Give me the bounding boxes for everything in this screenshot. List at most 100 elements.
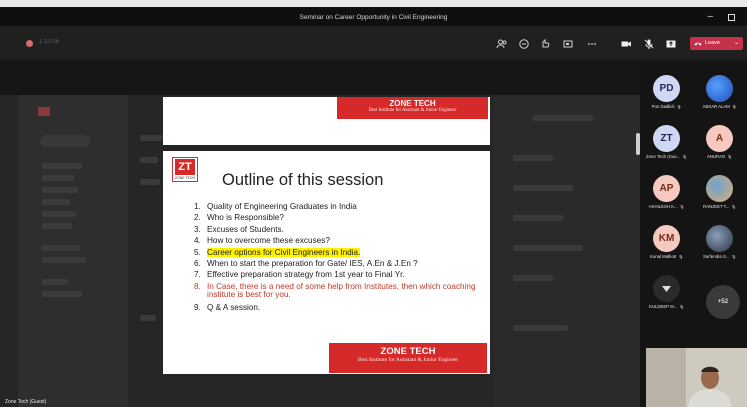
minimize-icon[interactable]: –: [707, 11, 713, 22]
logo-name: ZONE TECH: [174, 176, 196, 180]
more-icon[interactable]: [586, 37, 598, 49]
presentation-slide: ZONE TECH Best Institute for Assistant &…: [163, 97, 490, 374]
participant-tile[interactable]: KULDEEP M... 🎙: [640, 271, 693, 318]
footer-brand-tagline: Best Institute for Assistant & Junior En…: [357, 357, 459, 363]
logo-mark: ZT: [175, 159, 195, 175]
outline-slide: ZT ZONE TECH Outline of this session 1. Q…: [163, 151, 490, 374]
people-icon[interactable]: [496, 37, 508, 49]
video-off-icon: [662, 286, 671, 292]
zone-tech-logo: ZT ZONE TECH: [172, 157, 198, 182]
participant-name-row: ANURAG 🎙: [693, 154, 746, 159]
self-video-preview: [646, 348, 747, 407]
participant-name: RANJEET T...: [703, 204, 730, 209]
participant-name-row: KULDEEP M... 🎙: [640, 304, 693, 309]
outline-item-text: Career options for Civil Engineers in In…: [207, 247, 361, 257]
background-sidebar: [18, 95, 128, 407]
meeting-toolbar: 1:10:06 Leave ⌄: [0, 26, 747, 60]
mic-icon[interactable]: [643, 37, 655, 49]
participant-name: KULDEEP M...: [649, 304, 678, 309]
outline-item-number: 9.: [194, 303, 201, 313]
participant-tile[interactable]: ZT Zone Tech (Gue... 🎙: [640, 121, 693, 168]
title-bar: Seminar on Career Opportunity in Civil E…: [0, 0, 747, 26]
mail-icon: [38, 107, 50, 116]
footer-brand-name: ZONE TECH: [380, 346, 436, 357]
participant-name: Sarfendra S...: [702, 254, 730, 259]
participant-name: AKHILESH K...: [648, 204, 678, 209]
participant-name-row: AKHILESH K... 🎙: [640, 204, 693, 209]
participant-avatar: KM: [653, 225, 680, 252]
reactions-icon[interactable]: [540, 37, 552, 49]
mic-muted-icon: 🎙: [731, 205, 736, 209]
outline-item-text: Q & A session.: [207, 303, 261, 313]
participant-name: Pon Dadlich: [651, 104, 675, 109]
mic-muted-icon: 🎙: [676, 105, 682, 109]
share-screen-icon[interactable]: [665, 37, 677, 49]
participant-tile[interactable]: Sarfendra S... 🎙: [693, 221, 746, 268]
participant-avatar: A: [706, 125, 733, 152]
participant-tile[interactable]: A ANURAG 🎙: [693, 121, 746, 168]
participant-tile[interactable]: KM Kunal Malhotr 🎙: [640, 221, 693, 268]
outline-item-number: 5.: [194, 247, 201, 257]
presenter-label: Zone Tech (Guest): [5, 399, 47, 405]
outline-item: 4. How to overcome these excuses?: [194, 235, 484, 246]
rooms-icon[interactable]: [562, 37, 574, 49]
outline-item: 5. Career options for Civil Engineers in …: [194, 247, 484, 258]
participant-photo: [706, 175, 733, 202]
chevron-down-icon[interactable]: ⌄: [734, 37, 739, 50]
outline-item-text: When to start the preparation for Gate/ …: [207, 259, 418, 269]
outline-item-number: 1.: [194, 202, 201, 211]
outline-item-text: Effective preparation strategy from 1st …: [207, 270, 405, 280]
more-participants-button[interactable]: +52: [706, 285, 740, 319]
shared-screen-stage: ZONE TECH Best Institute for Assistant &…: [0, 61, 640, 407]
leave-button[interactable]: Leave ⌄: [690, 37, 743, 50]
participant-name-row: RANJEET T... 🎙: [693, 204, 746, 209]
participant-name-row: Sarfendra S... 🎙: [693, 254, 746, 259]
outline-item-number: 3.: [194, 224, 201, 234]
participant-avatar: AP: [653, 175, 680, 202]
outline-item-text: In Case, there is a need of some help fr…: [207, 281, 476, 300]
outline-item: 9. Q & A session.: [194, 302, 484, 313]
outline-item-number: 8.: [194, 281, 201, 291]
outline-item-text: Who is Responsible?: [207, 213, 284, 223]
person-video-icon: [646, 348, 747, 407]
outline-item-number: 7.: [194, 270, 201, 280]
hang-up-icon: [694, 42, 702, 46]
maximize-icon[interactable]: [728, 14, 735, 21]
participant-tile[interactable]: ABSAR ALAM 🎙: [693, 71, 746, 118]
slide-title: Outline of this session: [222, 171, 384, 189]
participant-avatar: [653, 275, 680, 302]
brand-name: ZONE TECH: [389, 99, 436, 108]
chat-icon[interactable]: [518, 37, 530, 49]
outline-item: 8. In Case, there is a need of some help …: [194, 281, 484, 300]
participant-avatar: PD: [653, 75, 680, 102]
background-compose: [40, 135, 90, 147]
participant-tile[interactable]: AP AKHILESH K... 🎙: [640, 171, 693, 218]
desktop-strip: [0, 0, 747, 7]
participant-name-row: Kunal Malhotr 🎙: [640, 254, 693, 259]
background-mail-pane: [493, 95, 640, 407]
mic-muted-icon: 🎙: [727, 155, 732, 159]
recording-indicator-icon: [26, 40, 33, 47]
participant-name: Kunal Malhotr: [649, 254, 677, 259]
zone-tech-banner: ZONE TECH Best Institute for Assistant &…: [337, 97, 488, 119]
outline-item: 7. Effective preparation strategy from 1s…: [194, 269, 484, 280]
mic-muted-icon: 🎙: [679, 305, 684, 309]
participant-avatar: ZT: [653, 125, 680, 152]
camera-icon[interactable]: [620, 37, 632, 49]
participant-photo: [706, 225, 733, 252]
participant-name-row: Zone Tech (Gue... 🎙: [640, 154, 693, 159]
participant-tile[interactable]: RANJEET T... 🎙: [693, 171, 746, 218]
participant-name: ABSAR ALAM: [702, 104, 730, 109]
outline-item: 6. When to start the preparation for Gate…: [194, 258, 484, 269]
mic-muted-icon: 🎙: [731, 105, 737, 109]
leave-label: Leave: [705, 40, 720, 46]
teams-meeting-window: Seminar on Career Opportunity in Civil E…: [0, 0, 747, 407]
outline-item-text: How to overcome these excuses?: [207, 236, 330, 246]
mic-muted-icon: 🎙: [678, 255, 684, 259]
participant-name-row: ABSAR ALAM 🎙: [693, 104, 746, 109]
outline-list: 1. Quality of Engineering Graduates in In…: [194, 201, 484, 314]
outline-item-number: 2.: [194, 213, 201, 223]
participant-tile[interactable]: PD Pon Dadlich 🎙: [640, 71, 693, 118]
outline-item-number: 4.: [194, 236, 201, 246]
participant-name: Zone Tech (Gue...: [646, 154, 681, 159]
